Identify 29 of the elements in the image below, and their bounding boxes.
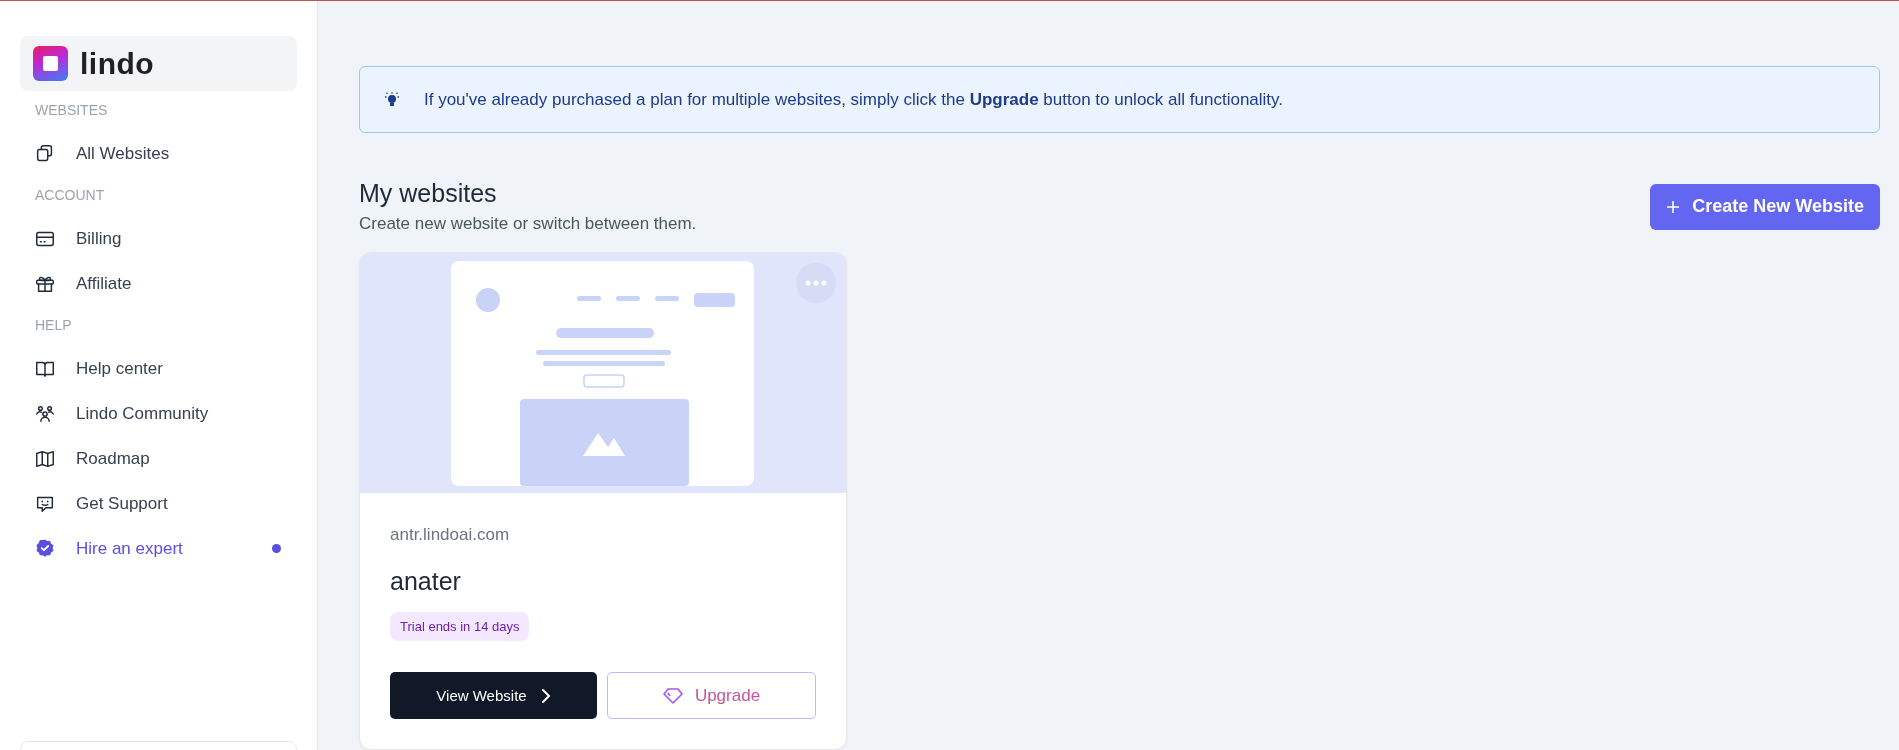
sidebar-item[interactable]: Roadmap: [20, 436, 297, 481]
lightbulb-icon: [384, 90, 400, 109]
sidebar-item[interactable]: Lindo Community: [20, 391, 297, 436]
chevron-right-icon: [540, 687, 551, 704]
website-name: anater: [390, 567, 461, 596]
sidebar-item[interactable]: Affiliate: [20, 261, 297, 306]
section-heading: WEBSITES: [34, 102, 109, 119]
more-icon: [805, 280, 827, 286]
notification-dot: [272, 544, 281, 553]
section-heading: ACCOUNT: [34, 187, 106, 204]
sidebar-item[interactable]: Help center: [20, 346, 297, 391]
create-website-button[interactable]: Create New Website: [1650, 183, 1880, 230]
sidebar-item[interactable]: All Websites: [20, 131, 297, 176]
banner-message: If you've already purchased a plan for multiple websites, simply click the Upgrade button to unlock all functionality.: [424, 89, 1284, 110]
view-website-button[interactable]: View Website: [390, 672, 597, 719]
logo-text: lindo: [80, 46, 155, 81]
sidebar-item[interactable]: Get Support: [20, 481, 297, 526]
page-title: My websites: [359, 179, 497, 207]
plus-icon: [1666, 199, 1681, 214]
logo-panel[interactable]: lindo: [20, 36, 297, 91]
trial-badge: Trial ends in 14 days: [390, 612, 530, 641]
website-domain: antr.lindoai.com: [390, 525, 510, 544]
diamond-icon: [662, 686, 683, 705]
upgrade-button[interactable]: Upgrade: [607, 672, 816, 719]
sidebar-item[interactable]: Billing: [20, 216, 297, 261]
sidebar-item[interactable]: Hire an expert: [20, 526, 297, 571]
page-subtitle: Create new website or switch between them.: [359, 214, 697, 234]
logo-icon: [33, 46, 68, 81]
section-heading: HELP: [34, 317, 73, 334]
